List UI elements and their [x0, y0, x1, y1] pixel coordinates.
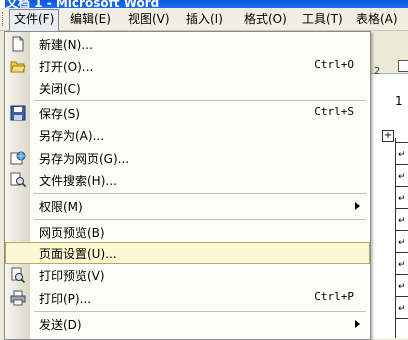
menu-item-new[interactable]: 新建(N)... [5, 33, 370, 55]
printer-icon [10, 290, 26, 306]
menu-table[interactable]: 表格(A) [352, 10, 402, 28]
menu-file[interactable]: 文件(F) [9, 9, 60, 31]
menu-item-label: 权限(M) [39, 200, 83, 214]
print-preview-icon [10, 267, 26, 284]
menu-item-label: 关闭(C) [39, 82, 81, 96]
paragraph-mark-icon: ↵ [398, 150, 406, 160]
submenu-arrow-icon [355, 320, 360, 328]
menu-item-save-as[interactable]: 另存为(A)... [5, 124, 370, 146]
table-border [395, 138, 396, 338]
table-row-line [395, 318, 408, 319]
menu-item-page-setup[interactable]: 页面设置(U)... [5, 242, 370, 264]
window-title: 文档 1 - Microsoft Word [6, 0, 160, 8]
menu-item-open[interactable]: 打开(O)... Ctrl+O [5, 55, 370, 77]
menu-separator [34, 219, 366, 220]
table-row-line [395, 208, 408, 209]
menu-item-print-preview[interactable]: 打印预览(V) [5, 264, 370, 286]
table-row-line [395, 164, 408, 165]
paragraph-mark-icon: ↵ [398, 216, 406, 226]
paragraph-mark-icon: ↵ [398, 304, 406, 314]
paragraph-mark-icon: ↵ [398, 238, 406, 248]
menu-item-send[interactable]: 发送(D) [5, 313, 370, 335]
menu-separator [34, 100, 366, 101]
menu-item-label: 文件搜索(H)... [39, 174, 117, 188]
menu-item-shortcut: Ctrl+P [314, 290, 354, 303]
menu-view[interactable]: 视图(V) [124, 10, 174, 28]
new-document-icon [10, 36, 26, 52]
file-search-icon [10, 172, 27, 188]
open-folder-icon [10, 58, 26, 74]
ruler-number: 2 [374, 66, 381, 77]
table-row-line [395, 186, 408, 187]
menu-item-label: 另存为网页(G)... [39, 152, 130, 166]
table-row-line [395, 252, 408, 253]
menu-tools[interactable]: 工具(T) [298, 10, 347, 28]
menu-item-label: 打印预览(V) [39, 269, 105, 283]
menu-item-shortcut: Ctrl+S [314, 105, 354, 118]
table-row-line [395, 274, 408, 275]
menu-separator [34, 311, 366, 312]
paragraph-mark-icon: ↵ [398, 172, 406, 182]
menu-format[interactable]: 格式(O) [240, 10, 291, 28]
paragraph-mark-icon: ↵ [398, 194, 406, 204]
menu-item-label: 新建(N)... [39, 38, 93, 52]
paragraph-mark-icon: ↵ [398, 282, 406, 292]
table-row-line [395, 230, 408, 231]
save-disk-icon [10, 105, 26, 121]
menu-separator [34, 193, 366, 194]
save-as-web-icon [10, 150, 26, 166]
table-row-line [395, 296, 408, 297]
menu-item-label: 网页预览(B) [39, 226, 105, 240]
menu-item-save[interactable]: 保存(S) Ctrl+S [5, 102, 370, 124]
menu-item-label: 保存(S) [39, 107, 80, 121]
table-move-handle-icon[interactable]: + [382, 130, 394, 142]
word-app-icon [0, 0, 5, 8]
menu-insert[interactable]: 插入(I) [182, 10, 227, 28]
file-menu-dropdown: 新建(N)... 打开(O)... Ctrl+O 关闭(C) 保存(S) Ctr… [4, 31, 371, 340]
menu-item-web-preview[interactable]: 网页预览(B) [5, 221, 370, 243]
menu-item-label: 打印(P)... [39, 292, 92, 306]
menu-item-permission[interactable]: 权限(M) [5, 195, 370, 217]
title-bar: 文档 1 - Microsoft Word [0, 0, 408, 8]
menu-item-label: 打开(O)... [39, 60, 94, 74]
tab-stop-icon[interactable] [398, 60, 408, 72]
paragraph-mark-icon: ↵ [398, 260, 406, 270]
menu-item-label: 页面设置(U)... [39, 247, 117, 261]
menu-edit[interactable]: 编辑(E) [66, 10, 115, 28]
menu-item-shortcut: Ctrl+O [314, 58, 354, 71]
menu-item-save-as-web[interactable]: 另存为网页(G)... [5, 147, 370, 169]
menu-item-close[interactable]: 关闭(C) [5, 77, 370, 99]
document-canvas[interactable] [370, 31, 408, 339]
submenu-arrow-icon [355, 202, 360, 210]
menu-item-label: 另存为(A)... [39, 129, 105, 143]
table-row-line [395, 142, 408, 143]
menu-bar: 文件(F) 编辑(E) 视图(V) 插入(I) 格式(O) 工具(T) 表格(A… [0, 8, 408, 31]
document-text: 1 [395, 94, 403, 108]
menu-item-print[interactable]: 打印(P)... Ctrl+P [5, 287, 370, 309]
menu-item-file-search[interactable]: 文件搜索(H)... [5, 169, 370, 191]
toolbar-grip-icon[interactable] [2, 12, 5, 26]
menu-item-label: 发送(D) [39, 318, 82, 332]
